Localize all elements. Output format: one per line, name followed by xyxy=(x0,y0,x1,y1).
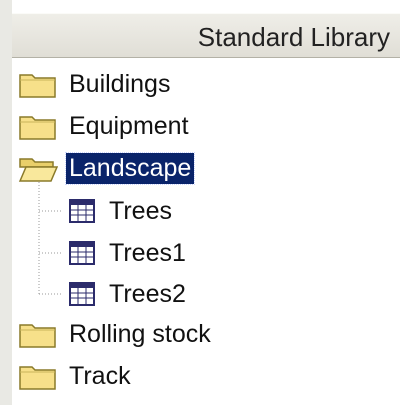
tree-item-buildings[interactable]: Buildings xyxy=(18,64,173,104)
folder-closed-icon xyxy=(19,366,56,390)
tree-item-rolling-stock[interactable]: Rolling stock xyxy=(18,314,214,354)
tree-item-landscape[interactable]: Landscape xyxy=(18,148,196,188)
library-panel: Standard Library Buildings Equipment Lan… xyxy=(0,0,400,405)
tree-item-equipment[interactable]: Equipment xyxy=(18,106,192,146)
folder-open-icon xyxy=(18,158,58,182)
table-icon xyxy=(69,241,95,265)
tree-item-label: Buildings xyxy=(69,69,171,98)
tree-item-label: Trees xyxy=(109,196,172,225)
tree-item-trees2[interactable]: Trees2 xyxy=(68,274,189,314)
tree-item-trees[interactable]: Trees xyxy=(68,191,175,231)
tree-item-label: Trees1 xyxy=(109,238,186,267)
folder-closed-icon xyxy=(19,324,56,348)
table-icon xyxy=(69,199,95,223)
tree-item-label-selected: Landscape xyxy=(64,151,196,185)
library-title: Standard Library xyxy=(197,22,390,52)
panel-left-edge xyxy=(0,0,12,405)
table-icon xyxy=(69,282,95,306)
tree-item-label: Track xyxy=(69,361,131,390)
folder-closed-icon xyxy=(19,74,56,98)
tree-item-trees1[interactable]: Trees1 xyxy=(68,233,189,273)
library-header[interactable]: Standard Library xyxy=(12,13,400,58)
folder-closed-icon xyxy=(19,116,56,140)
tree-item-track[interactable]: Track xyxy=(18,356,134,396)
tree-item-label: Trees2 xyxy=(109,279,186,308)
library-tree: Buildings Equipment Landscape Trees Tree… xyxy=(12,58,400,405)
tree-item-label: Equipment xyxy=(69,111,189,140)
tree-item-label: Rolling stock xyxy=(69,319,211,348)
